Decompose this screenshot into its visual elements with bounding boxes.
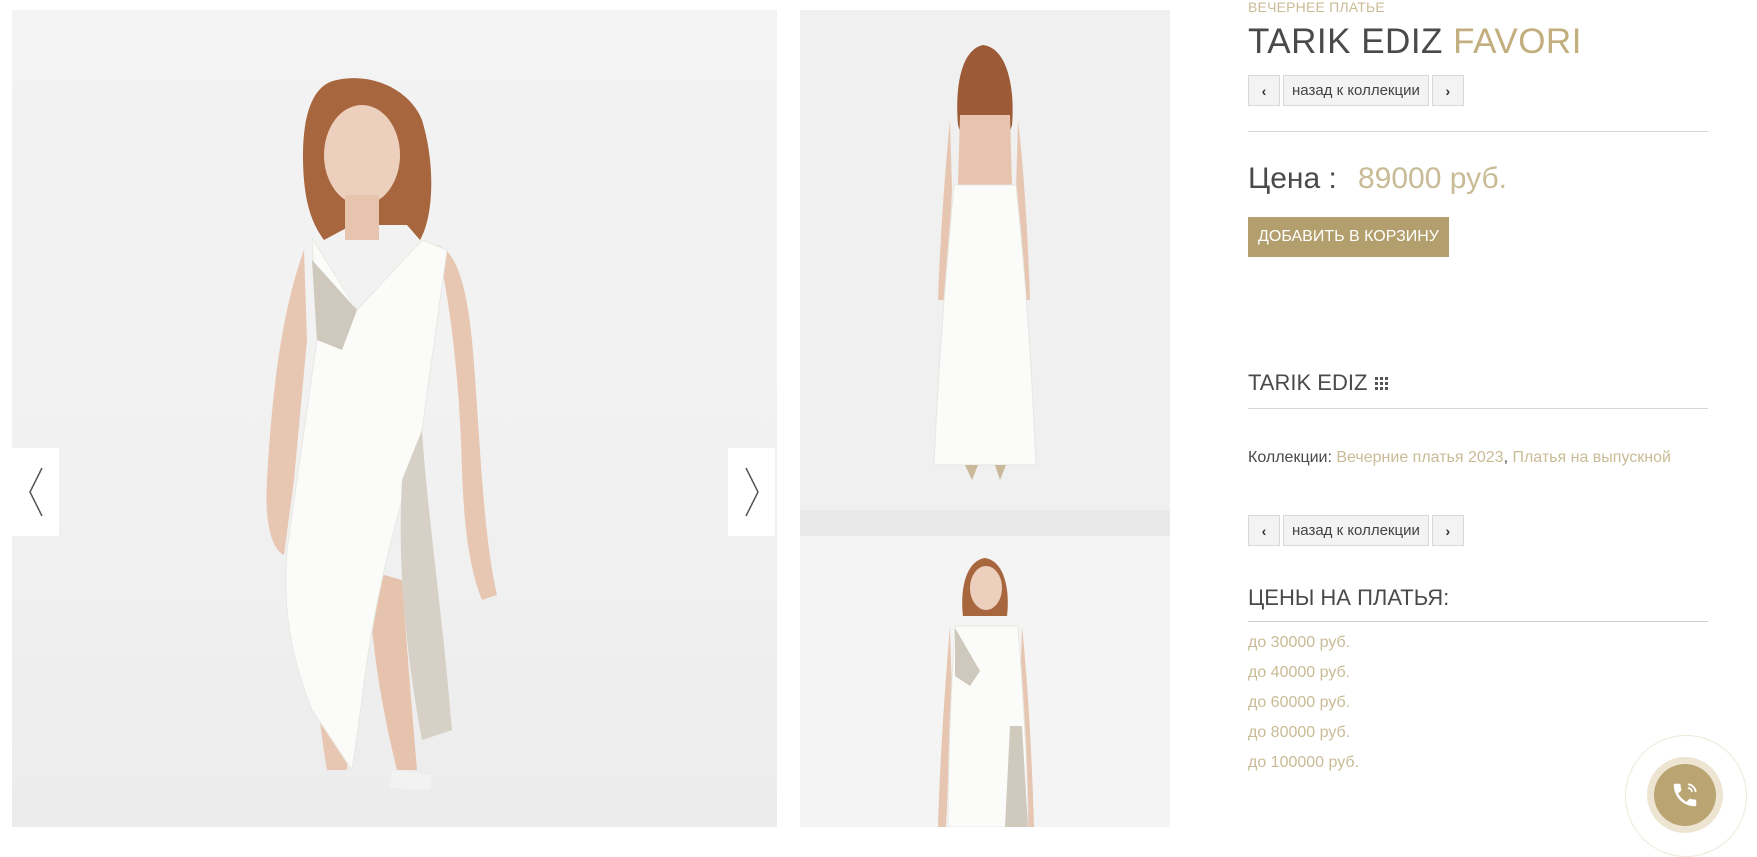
price-value: 89000 руб. <box>1358 162 1507 195</box>
divider <box>1248 408 1708 409</box>
product-title: TARIK EDIZ FAVORI <box>1248 22 1582 62</box>
back-to-collection-button[interactable]: назад к коллекции <box>1283 75 1429 106</box>
collections-label: Коллекции: <box>1248 449 1332 466</box>
model-front-image <box>266 78 497 790</box>
collection-link-evening-2023[interactable]: Вечерние платья 2023 <box>1336 449 1503 466</box>
thumbnail-back-view[interactable] <box>800 10 1170 536</box>
gallery-prev-button[interactable] <box>12 448 59 536</box>
add-to-cart-button[interactable]: ДОБАВИТЬ В КОРЗИНУ <box>1248 217 1449 257</box>
price-filter-item[interactable]: до 80000 руб. <box>1248 723 1359 753</box>
collection-nav-bottom: ‹ назад к коллекции › <box>1248 515 1464 546</box>
model-front-small-image <box>938 558 1034 827</box>
gallery-next-button[interactable] <box>728 448 775 536</box>
chevron-right-icon: › <box>1445 522 1451 539</box>
price-filter-list: до 30000 руб. до 40000 руб. до 60000 руб… <box>1248 633 1359 783</box>
phone-icon <box>1673 783 1697 807</box>
collections-line: Коллекции: Вечерние платья 2023, Платья … <box>1248 449 1671 467</box>
angle-left-icon <box>28 467 43 517</box>
grid-icon <box>1375 376 1389 390</box>
brand-link[interactable]: TARIK EDIZ <box>1248 370 1389 396</box>
next-product-button[interactable]: › <box>1431 75 1464 106</box>
main-product-photo[interactable] <box>12 10 777 827</box>
divider <box>1248 621 1708 622</box>
divider <box>1248 131 1708 132</box>
brand-name: TARIK EDIZ <box>1248 370 1368 395</box>
chevron-left-icon: ‹ <box>1261 82 1267 99</box>
back-to-collection-button[interactable]: назад к коллекции <box>1283 515 1429 546</box>
model-back-image <box>800 45 1170 536</box>
prices-heading: ЦЕНЫ НА ПЛАТЬЯ: <box>1248 585 1450 610</box>
collection-link-prom[interactable]: Платья на выпускной <box>1512 449 1671 466</box>
prev-product-button[interactable]: ‹ <box>1248 75 1280 106</box>
collection-nav-top: ‹ назад к коллекции › <box>1248 75 1464 106</box>
next-product-button[interactable]: › <box>1431 515 1464 546</box>
chevron-right-icon: › <box>1445 82 1451 99</box>
price-filter-item[interactable]: до 60000 руб. <box>1248 693 1359 723</box>
price-filter-item[interactable]: до 30000 руб. <box>1248 633 1359 663</box>
angle-right-icon <box>744 467 759 517</box>
call-button[interactable] <box>1654 764 1716 826</box>
product-model-title: FAVORI <box>1453 22 1582 61</box>
thumbnail-front-view[interactable] <box>800 536 1170 827</box>
prev-product-button[interactable]: ‹ <box>1248 515 1280 546</box>
product-category: ВЕЧЕРНЕЕ ПЛАТЬЕ <box>1248 0 1385 15</box>
product-brand-title: TARIK EDIZ <box>1248 22 1443 61</box>
price-filter-item[interactable]: до 40000 руб. <box>1248 663 1359 693</box>
chevron-left-icon: ‹ <box>1261 522 1267 539</box>
price-label: Цена : <box>1248 162 1337 195</box>
price-filter-item[interactable]: до 100000 руб. <box>1248 753 1359 783</box>
